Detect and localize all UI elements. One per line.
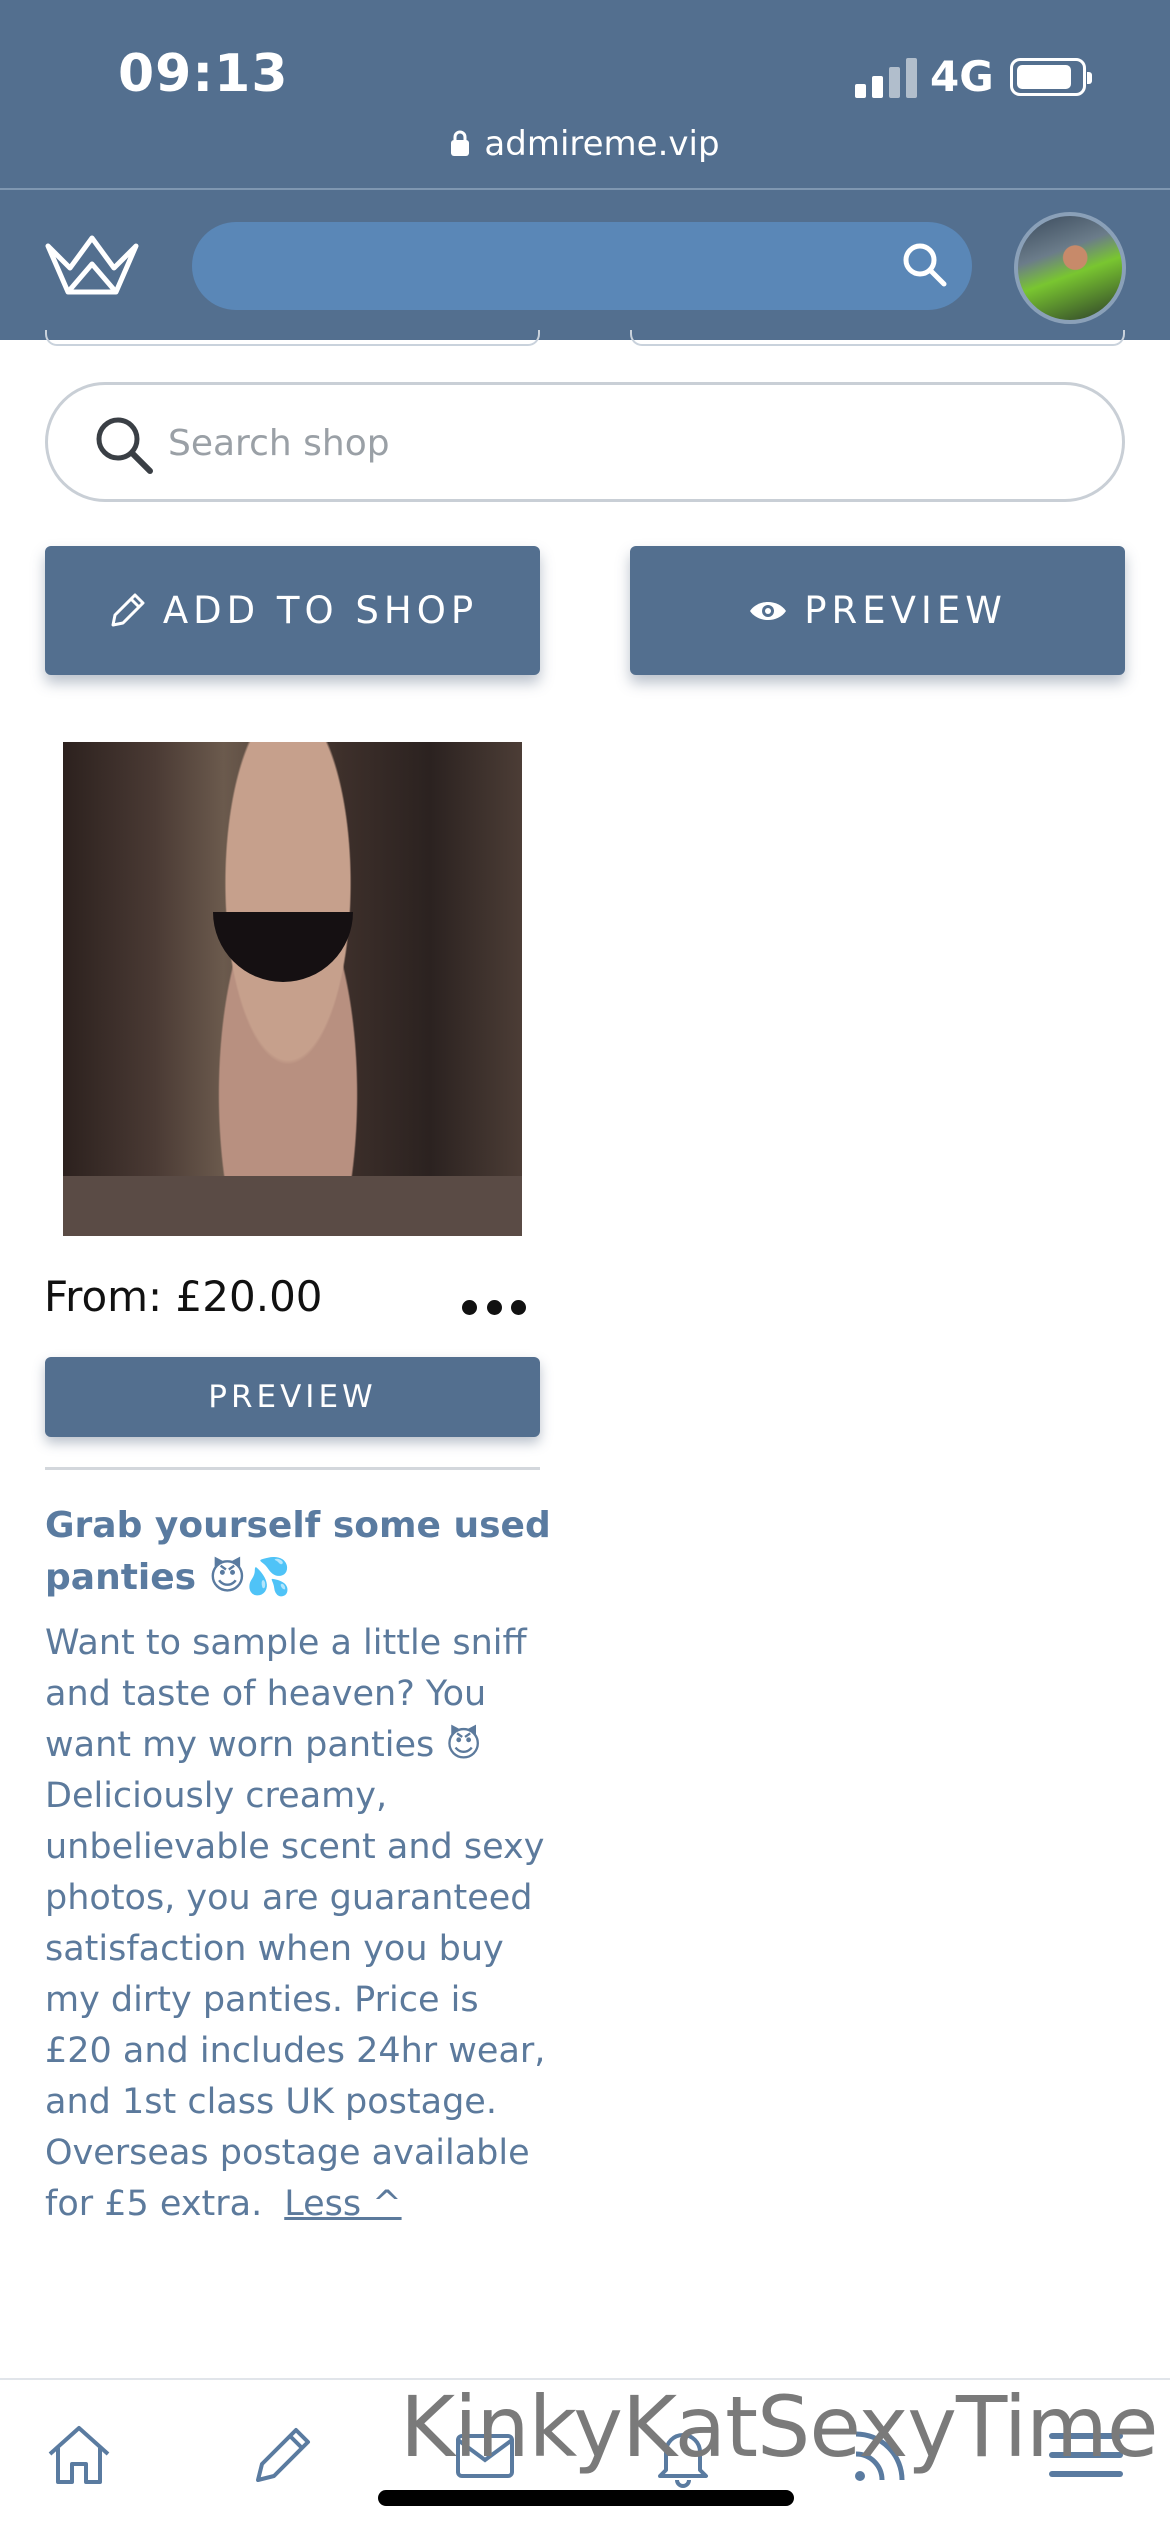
tab-edge-left bbox=[45, 330, 540, 346]
crown-logo-icon[interactable] bbox=[44, 234, 140, 296]
home-icon[interactable] bbox=[44, 2420, 114, 2490]
product-price: From: £20.00 bbox=[44, 1272, 323, 1321]
battery-icon bbox=[1010, 58, 1092, 96]
app-header bbox=[0, 190, 1170, 340]
status-bar: 09:13 4G admireme.vip bbox=[0, 0, 1170, 190]
preview-label: PREVIEW bbox=[804, 589, 1007, 632]
more-options-icon[interactable] bbox=[462, 1300, 526, 1320]
eye-icon bbox=[750, 601, 787, 620]
product-description: Want to sample a little sniff and taste … bbox=[45, 1618, 555, 2230]
url-text: admireme.vip bbox=[484, 124, 720, 164]
network-label: 4G bbox=[930, 52, 994, 101]
search-icon bbox=[96, 417, 153, 474]
pencil-icon bbox=[111, 593, 145, 626]
preview-button[interactable]: PREVIEW bbox=[630, 546, 1125, 675]
divider bbox=[45, 1467, 540, 1470]
product-title: Grab yourself some used panties 😈💦 bbox=[45, 1505, 551, 1598]
product-image[interactable] bbox=[63, 742, 522, 1236]
url-bar[interactable]: admireme.vip bbox=[0, 124, 1170, 164]
signal-icon bbox=[855, 58, 917, 98]
less-link[interactable]: Less ^ bbox=[284, 2184, 401, 2224]
search-icon[interactable] bbox=[900, 240, 950, 290]
add-to-shop-button[interactable]: ADD TO SHOP bbox=[45, 546, 540, 675]
status-time: 09:13 bbox=[118, 44, 289, 104]
watermark-text: KinkyKatSexyTime bbox=[400, 2378, 1159, 2476]
shop-search-input[interactable] bbox=[168, 415, 1068, 471]
home-indicator[interactable] bbox=[378, 2490, 794, 2506]
product-preview-button[interactable]: PREVIEW bbox=[45, 1357, 540, 1437]
shop-search-field[interactable] bbox=[45, 382, 1125, 502]
lock-icon bbox=[451, 130, 470, 156]
add-to-shop-label: ADD TO SHOP bbox=[162, 589, 479, 632]
tab-edge-right bbox=[630, 330, 1125, 346]
product-preview-label: PREVIEW bbox=[208, 1379, 377, 1415]
product-description-text: Want to sample a little sniff and taste … bbox=[45, 1623, 546, 2224]
pencil-icon[interactable] bbox=[248, 2420, 318, 2490]
header-search-bar[interactable] bbox=[192, 222, 972, 310]
profile-avatar[interactable] bbox=[1014, 212, 1126, 324]
